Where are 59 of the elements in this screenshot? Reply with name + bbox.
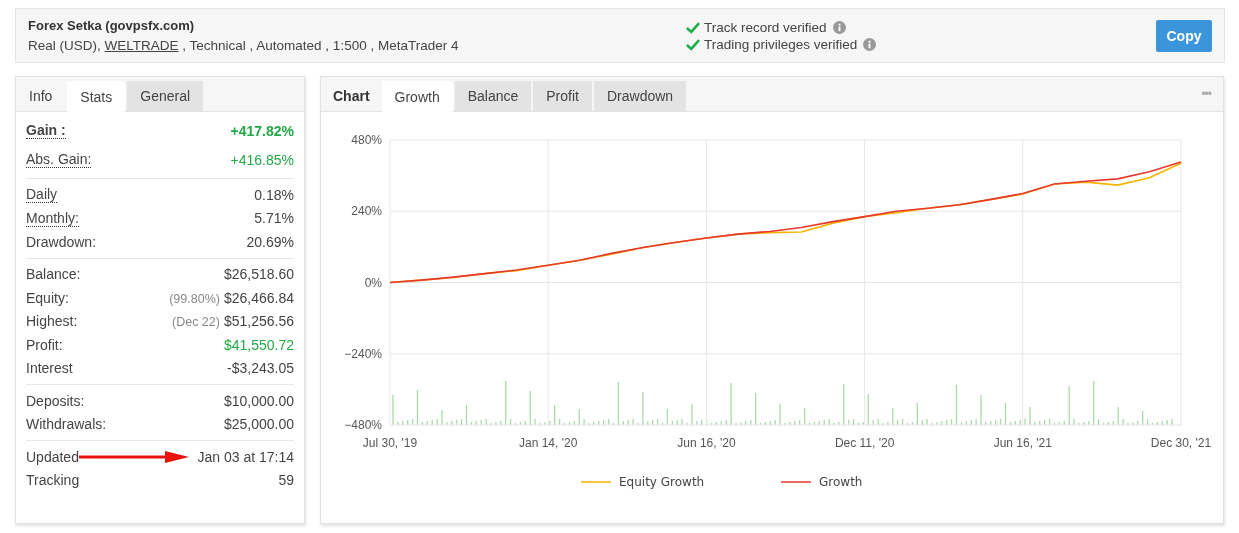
x-tick-label: Dec 30, '21 xyxy=(1150,436,1212,450)
tab[interactable]: Stats xyxy=(67,81,126,112)
stat-value: 0.18% xyxy=(254,186,294,203)
stat-label: Highest: xyxy=(26,313,78,330)
stat-value: $10,000.00 xyxy=(223,392,294,409)
stat-label: Abs. Gain: xyxy=(26,151,92,168)
stat-value: $41,550.72 xyxy=(223,336,294,353)
y-tick-label: 480% xyxy=(351,133,382,147)
stat-label: Updated xyxy=(26,448,79,465)
stat-label: Balance: xyxy=(26,266,81,283)
stat-value: 20.69% xyxy=(246,233,294,250)
y-tick-label: 240% xyxy=(351,204,382,219)
x-tick-label: Jan 14, '20 xyxy=(519,436,578,450)
stat-value: 5.71% xyxy=(254,210,294,227)
tab[interactable]: Profit xyxy=(533,81,592,111)
tab[interactable]: Info xyxy=(16,81,66,111)
legend-label[interactable]: Equity Growth xyxy=(619,475,705,489)
chart-label: Chart xyxy=(332,87,371,106)
y-tick-label: 0% xyxy=(364,275,382,290)
y-tick-label: −240% xyxy=(344,346,382,361)
tab[interactable]: Drawdown xyxy=(593,81,687,111)
stat-value: -$3,243.05 xyxy=(227,360,294,377)
tab[interactable]: General xyxy=(127,81,204,111)
x-tick-label: Dec 11, '20 xyxy=(834,436,895,450)
verification-label: Trading privileges verified xyxy=(704,36,858,52)
stat-value: +417.82% xyxy=(230,122,294,139)
stat-value: Jan 03 at 17:14 xyxy=(197,448,294,465)
tab[interactable]: Balance xyxy=(454,81,532,111)
legend-label[interactable]: Growth xyxy=(819,475,863,489)
stat-note: (99.80%) xyxy=(169,291,220,306)
tab[interactable]: Growth xyxy=(381,81,453,112)
stat-label: Drawdown: xyxy=(26,233,97,250)
stat-value: $25,000.00 xyxy=(223,416,294,433)
account-details: Real (USD), xyxy=(28,38,102,53)
stat-value: 59 xyxy=(278,472,294,489)
stat-value: $26,518.60 xyxy=(223,266,294,283)
stat-label: Tracking xyxy=(26,472,80,489)
x-tick-label: Jun 16, '20 xyxy=(677,436,736,450)
account-details: , Technical , Automated , 1:500 , MetaTrader 4 xyxy=(181,38,459,53)
account-title: Forex Setka (govpsfx.com) xyxy=(28,18,196,33)
stat-label: Profit: xyxy=(26,336,63,353)
stat-value: $51,256.56 xyxy=(223,313,294,330)
info-icon[interactable] xyxy=(863,37,877,51)
stat-label: Interest xyxy=(26,360,73,377)
x-tick-label: Jun 16, '21 xyxy=(993,436,1052,450)
stat-label: Withdrawals: xyxy=(26,416,107,433)
stat-note: (Dec 22) xyxy=(172,315,220,330)
y-tick-label: −480% xyxy=(344,418,382,432)
broker-link[interactable]: WELTRADE xyxy=(104,38,179,53)
stat-label: Equity: xyxy=(26,289,69,306)
stat-label: Gain : xyxy=(26,122,66,139)
verification-label: Track record verified xyxy=(704,19,827,35)
stat-value: $26,466.84 xyxy=(223,289,294,306)
stat-label: Deposits: xyxy=(26,392,85,409)
info-icon[interactable] xyxy=(832,20,846,34)
x-tick-label: Jul 30, '19 xyxy=(362,436,418,450)
stat-label: Daily xyxy=(26,186,58,204)
stat-value: +416.85% xyxy=(230,151,294,168)
stat-label: Monthly: xyxy=(26,209,79,227)
